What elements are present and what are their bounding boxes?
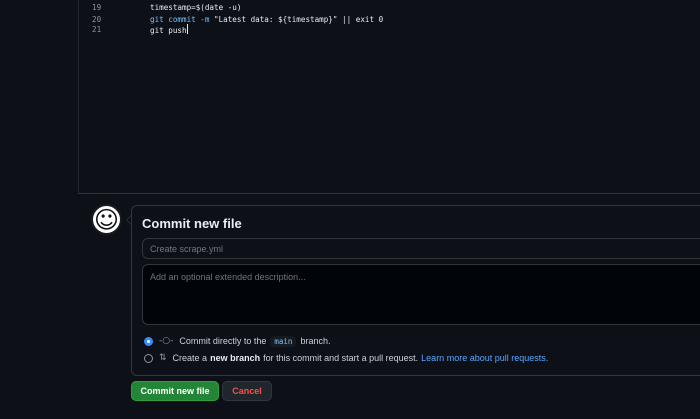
option-text: Create a <box>172 353 208 363</box>
learn-more-link[interactable]: Learn more about pull requests. <box>421 353 548 363</box>
smiley-icon: ☺ <box>91 204 122 235</box>
option-bold-text: new branch <box>210 353 261 363</box>
branch-name: main <box>270 335 297 347</box>
code-line: 21 git push <box>0 24 700 36</box>
option-text: branch. <box>300 336 331 346</box>
code-segment: "Latest data: ${timestamp}" || exit 0 <box>214 15 384 24</box>
code-segment: git push <box>150 26 187 35</box>
editor-bottom-border <box>78 193 700 194</box>
commit-title: Commit new file <box>142 216 242 231</box>
line-number: 19 <box>92 3 102 12</box>
commit-direct-radio[interactable] <box>144 336 153 346</box>
commit-new-file-button[interactable]: Commit new file <box>131 381 219 401</box>
code-text[interactable]: git push <box>150 24 188 37</box>
code-text[interactable]: timestamp=$(date -u) <box>150 2 241 14</box>
pull-request-icon: ⇅ <box>159 353 167 363</box>
commit-icon: -○- <box>159 336 174 346</box>
code-line: 19 timestamp=$(date -u) <box>0 2 700 14</box>
new-branch-option[interactable]: ⇅ Create a new branch for this commit an… <box>144 351 548 365</box>
cancel-button[interactable]: Cancel <box>222 381 272 401</box>
code-segment: timestamp=$(date -u) <box>150 3 242 12</box>
new-branch-radio[interactable] <box>144 353 153 363</box>
commit-direct-option[interactable]: -○- Commit directly to the main branch. <box>144 334 330 348</box>
commit-summary-input[interactable] <box>142 238 700 259</box>
line-number: 21 <box>92 25 102 34</box>
option-text: for this commit and start a pull request… <box>263 353 419 363</box>
code-editor[interactable]: 19 timestamp=$(date -u) 20 git commit -m… <box>0 0 700 194</box>
commit-description-input[interactable] <box>142 264 700 325</box>
code-segment: git commit -m <box>150 15 215 24</box>
option-text: Commit directly to the <box>179 336 267 346</box>
text-cursor <box>186 24 188 34</box>
